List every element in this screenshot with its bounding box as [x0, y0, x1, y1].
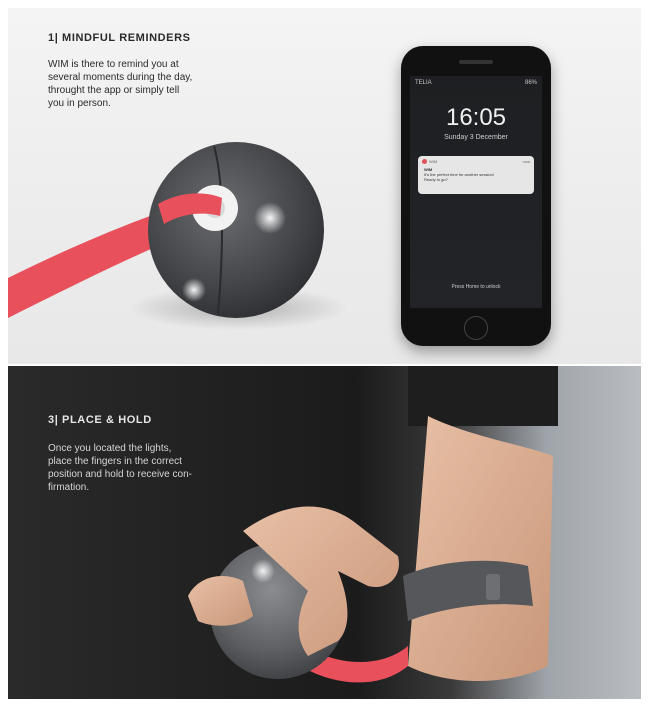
mindful-reminders-panel: 1| MINDFUL REMINDERS WIM is there to rem…	[8, 8, 641, 364]
section-description: Once you located the lights, place the f…	[48, 443, 192, 493]
page: 1| MINDFUL REMINDERS WIM is there to rem…	[0, 0, 650, 705]
section-heading: 3| PLACE & HOLD	[48, 414, 152, 426]
phone-speaker	[459, 60, 493, 64]
home-button[interactable]	[464, 316, 488, 340]
status-bar: TELIA 86%	[415, 80, 537, 86]
place-and-hold-panel: 3| PLACE & HOLD Once you located the lig…	[8, 366, 641, 699]
wristband-clasp	[486, 574, 500, 600]
device-light	[254, 202, 286, 234]
thumb	[188, 576, 253, 626]
lock-date: Sunday 3 December	[444, 134, 508, 141]
forearm	[408, 416, 553, 681]
carrier-label: TELIA	[415, 80, 432, 86]
app-icon	[422, 159, 427, 165]
notification-header: WIM now	[422, 159, 530, 165]
unlock-hint: Press Home to unlock	[451, 284, 501, 290]
notification-time: now	[522, 159, 530, 164]
notification-body: WIM It's the perfect time for another se…	[424, 167, 530, 182]
lock-time: 16:05	[445, 104, 507, 131]
section-heading: 1| MINDFUL REMINDERS	[48, 32, 191, 44]
section-description: WIM is there to remind you at several mo…	[48, 59, 193, 109]
notification-card[interactable]: WIM now WIM It's the perfect time for an…	[418, 156, 534, 194]
smartphone: TELIA 86% 16:05 Sunday 3 December WIM no…	[401, 46, 551, 346]
wim-device	[148, 142, 324, 318]
shirt-sleeve	[408, 366, 558, 426]
device-light	[251, 559, 275, 583]
battery-label: 86%	[524, 80, 537, 86]
notification-app: WIM	[429, 159, 438, 164]
notification-text: It's the perfect time for another sessio…	[424, 172, 494, 182]
device-light	[182, 278, 206, 302]
lock-screen: TELIA 86% 16:05 Sunday 3 December WIM no…	[410, 76, 542, 308]
